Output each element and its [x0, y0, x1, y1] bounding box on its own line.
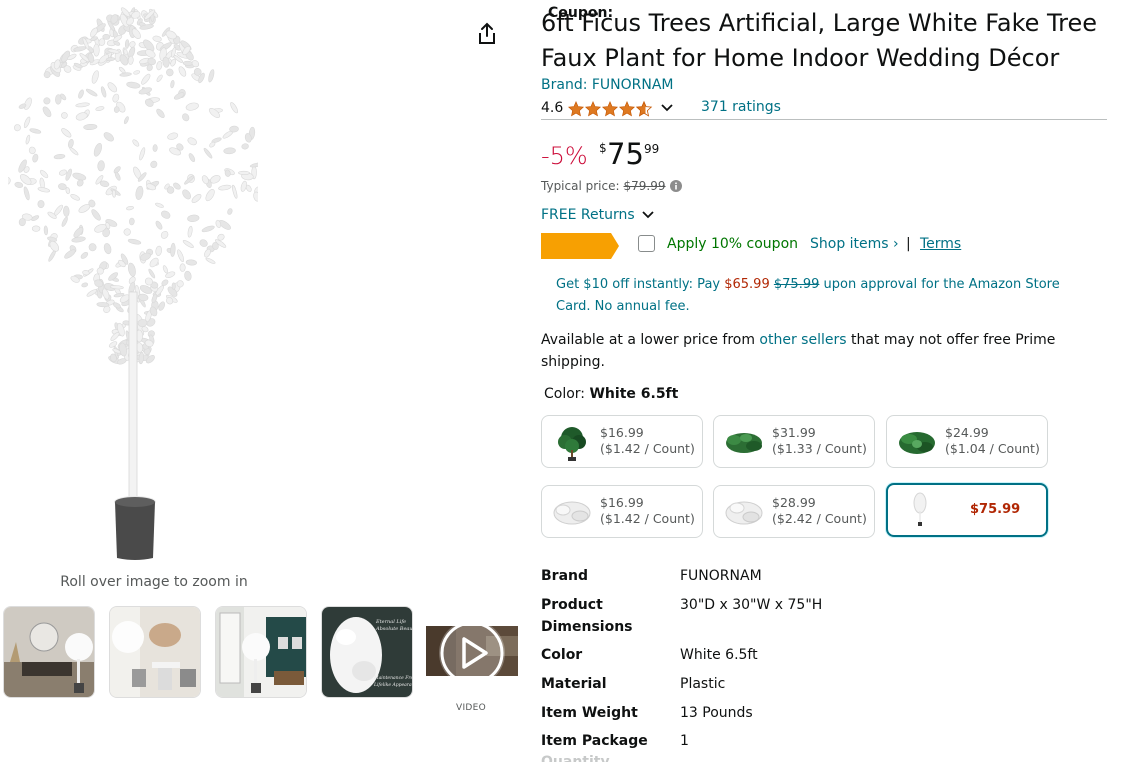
svg-text:Lifelike Appearance: Lifelike Appearance	[373, 682, 413, 688]
color-option-price: $24.99	[945, 425, 989, 440]
rating-count-link[interactable]: 371 ratings	[701, 99, 781, 115]
white-leaves-thumbnail	[553, 501, 591, 525]
price-symbol: $	[599, 141, 607, 155]
separator: |	[906, 236, 911, 252]
thumbnail-video[interactable]	[426, 606, 518, 698]
green-tree-thumbnail	[558, 427, 586, 461]
color-option-unit: ($1.42 / Count)	[600, 511, 695, 526]
store-card-promo[interactable]: Get $10 off instantly: Pay $65.99 $75.99…	[556, 274, 1086, 318]
spec-value: 13 Pounds	[680, 705, 753, 721]
chevron-down-icon	[642, 211, 654, 219]
thumbnail-product-closeup[interactable]: Eternal Life Absolute Beauty Maintenance…	[321, 606, 413, 698]
share-icon[interactable]	[476, 22, 498, 46]
color-option-price: $28.99	[772, 495, 816, 510]
main-product-image[interactable]	[8, 2, 258, 568]
svg-text:Maintenance Free: Maintenance Free	[373, 675, 413, 681]
thumbnail-room-scene-3[interactable]	[215, 606, 307, 698]
typical-price-label: Typical price:	[541, 179, 620, 193]
discount-percent: -5%	[541, 142, 588, 170]
video-label: VIDEO	[455, 703, 486, 713]
spec-key: Quantity	[541, 754, 610, 762]
spec-key: Item Package	[541, 733, 648, 749]
lower-price-notice: Available at a lower price from other se…	[541, 329, 1081, 373]
typical-price: Typical price: $79.99	[541, 179, 682, 193]
spec-value: 1	[680, 733, 689, 749]
color-option-5[interactable]: $28.99 ($2.42 / Count)	[713, 485, 875, 538]
shop-items-link[interactable]: Shop items ›	[810, 236, 899, 252]
promo-old-price: $75.99	[773, 277, 820, 292]
brand-link[interactable]: Brand: FUNORNAM	[541, 77, 674, 93]
spec-value: FUNORNAM	[680, 568, 762, 584]
coupon-badge	[541, 233, 619, 259]
lower-price-text: Available at a lower price from	[541, 332, 760, 348]
rating-row: 4.6	[541, 98, 674, 118]
color-option-2[interactable]: $31.99 ($1.33 / Count)	[713, 415, 875, 468]
color-option-price: $75.99	[970, 502, 1021, 517]
color-selected: White 6.5ft	[589, 386, 679, 402]
thumbnail-room-scene-2[interactable]	[109, 606, 201, 698]
spec-key: Item Weight	[541, 705, 638, 721]
color-option-unit: ($2.42 / Count)	[772, 511, 867, 526]
zoom-hint: Roll over image to zoom in	[60, 574, 248, 590]
color-option-unit: ($1.42 / Count)	[600, 441, 695, 456]
spec-value: 30"D x 30"W x 75"H	[680, 597, 823, 613]
color-option-1[interactable]: $16.99 ($1.42 / Count)	[541, 415, 703, 468]
spec-key: Color	[541, 647, 583, 663]
other-sellers-link[interactable]: other sellers	[759, 332, 846, 348]
white-tree-thumbnail	[913, 492, 927, 526]
price-whole: 75	[607, 137, 644, 171]
spec-key: Material	[541, 676, 607, 692]
chevron-down-icon[interactable]	[660, 103, 674, 113]
green-leaves-thumbnail	[726, 433, 762, 453]
typical-price-value: $79.99	[623, 179, 666, 193]
color-option-price: $16.99	[600, 425, 644, 440]
color-option-6-selected[interactable]: $75.99	[886, 483, 1048, 537]
divider	[541, 119, 1107, 120]
apply-coupon-label[interactable]: Apply 10% coupon	[667, 236, 798, 252]
color-option-3[interactable]: $24.99 ($1.04 / Count)	[886, 415, 1048, 468]
price-fraction: 99	[644, 142, 660, 156]
play-icon[interactable]	[426, 606, 518, 698]
color-option-4[interactable]: $16.99 ($1.42 / Count)	[541, 485, 703, 538]
color-option-unit: ($1.04 / Count)	[945, 441, 1040, 456]
terms-link[interactable]: Terms	[920, 236, 961, 252]
svg-text:Absolute Beauty: Absolute Beauty	[375, 626, 413, 632]
product-info: 6ft Ficus Trees Artificial, Large White …	[541, 0, 1107, 762]
image-gallery: Roll over image to zoom in Eternal Life …	[0, 0, 520, 762]
color-label-text: Color:	[544, 386, 586, 402]
info-icon[interactable]	[669, 180, 682, 192]
coupon-badge-label: Coupon:	[548, 5, 614, 21]
spec-value: Plastic	[680, 676, 726, 692]
color-option-price: $16.99	[600, 495, 644, 510]
promo-new-price: $65.99	[724, 277, 770, 292]
rating-stars-icon[interactable]	[568, 100, 654, 117]
white-leaves-thumbnail	[725, 501, 763, 525]
coupon-checkbox[interactable]	[638, 235, 655, 252]
promo-text: Get $10 off instantly: Pay	[556, 277, 725, 292]
product-title: 6ft Ficus Trees Artificial, Large White …	[541, 9, 1098, 72]
green-leaves-thumbnail	[899, 432, 935, 454]
color-option-price: $31.99	[772, 425, 816, 440]
spec-key: Product Dimensions	[541, 597, 633, 635]
spec-value: White 6.5ft	[680, 647, 758, 663]
rating-value: 4.6	[541, 100, 564, 116]
spec-key: Brand	[541, 568, 589, 584]
color-option-unit: ($1.33 / Count)	[772, 441, 867, 456]
svg-text:Eternal Life: Eternal Life	[375, 619, 406, 625]
thumbnail-room-scene-1[interactable]	[3, 606, 95, 698]
free-returns-link[interactable]: FREE Returns	[541, 207, 655, 223]
free-returns-label: FREE Returns	[541, 207, 635, 223]
color-label: Color: White 6.5ft	[544, 386, 678, 402]
